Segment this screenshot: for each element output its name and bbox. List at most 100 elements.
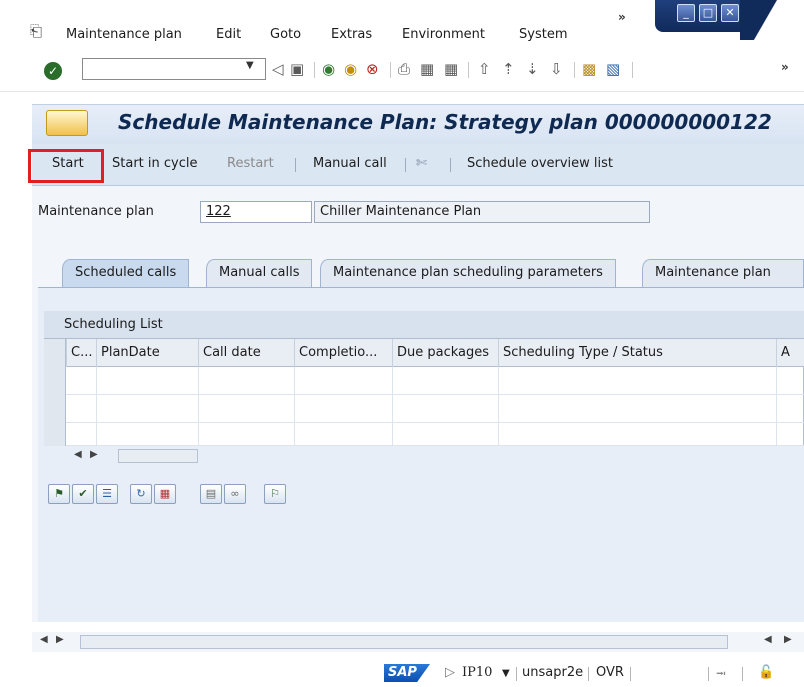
flag-icon[interactable]: ⚑ bbox=[48, 484, 70, 504]
toolbar-overflow-icon[interactable]: » bbox=[781, 60, 789, 74]
enter-icon[interactable]: ✓ bbox=[44, 62, 62, 80]
table-title: Scheduling List bbox=[44, 311, 804, 339]
maintenance-plan-description: Chiller Maintenance Plan bbox=[314, 201, 650, 223]
command-field[interactable] bbox=[82, 58, 266, 80]
first-page-icon[interactable]: ⇧ bbox=[478, 60, 491, 78]
table-header: C... PlanDate Call date Completio... Due… bbox=[44, 339, 804, 367]
maximize-icon[interactable]: □ bbox=[699, 4, 717, 22]
maintenance-plan-field[interactable]: 122 bbox=[200, 201, 312, 223]
toolbar-separator bbox=[450, 158, 451, 172]
tab-scheduled-calls[interactable]: Scheduled calls bbox=[62, 259, 190, 287]
tab-scheduling-parameters[interactable]: Maintenance plan scheduling parameters bbox=[320, 259, 616, 287]
table-row bbox=[44, 367, 804, 395]
column-header[interactable]: Scheduling Type / Status bbox=[498, 339, 776, 367]
menu-goto[interactable]: Goto bbox=[270, 27, 301, 42]
start-button-highlight bbox=[28, 149, 104, 183]
table-horizontal-scrollbar[interactable]: ◀ ▶ bbox=[66, 446, 200, 466]
last-page-icon[interactable]: ⇩ bbox=[550, 60, 563, 78]
table-row bbox=[44, 423, 804, 446]
menu-environment[interactable]: Environment bbox=[402, 27, 485, 42]
scroll-left-end-icon[interactable]: ◀ bbox=[764, 634, 772, 645]
host-name: unsapr2e bbox=[522, 665, 584, 680]
system-dropdown-icon[interactable]: ▼ bbox=[502, 668, 510, 679]
release-flag-icon[interactable]: ⚐ bbox=[264, 484, 286, 504]
status-separator bbox=[708, 667, 709, 681]
menu-maintenance-plan[interactable]: Maintenance plan bbox=[66, 27, 182, 42]
save-icon[interactable]: ▣ bbox=[290, 60, 304, 78]
calculator-icon[interactable]: ▤ bbox=[200, 484, 222, 504]
scroll-left-icon[interactable]: ◀ bbox=[40, 634, 48, 645]
connector-icon[interactable]: ∞ bbox=[224, 484, 246, 504]
insert-mode[interactable]: OVR bbox=[596, 665, 624, 680]
shortcut-icon[interactable]: ▧ bbox=[606, 60, 620, 78]
row-selector[interactable] bbox=[44, 395, 66, 423]
toolbar-separator bbox=[574, 62, 575, 78]
refresh-icon[interactable]: ↻ bbox=[130, 484, 152, 504]
find-next-icon[interactable]: ▦ bbox=[444, 60, 458, 78]
status-separator bbox=[516, 667, 517, 681]
system-id: IP10 bbox=[462, 665, 493, 680]
column-header[interactable]: Due packages bbox=[392, 339, 498, 367]
scroll-right-icon[interactable]: ▶ bbox=[56, 634, 64, 645]
scrollbar-thumb[interactable] bbox=[118, 449, 198, 463]
toolbar-separator bbox=[314, 62, 315, 78]
table-row bbox=[44, 395, 804, 423]
row-selector[interactable] bbox=[44, 423, 66, 446]
exit-icon[interactable]: ◉ bbox=[344, 60, 357, 78]
scroll-left-icon[interactable]: ◀ bbox=[74, 449, 82, 460]
system-toolbar: ✓ ▼ ◁ ▣ ◉ ◉ ⊗ ⎙ ▦ ▦ ⇧ ⇡ ⇣ ⇩ ▩ ▧ » bbox=[0, 52, 804, 92]
print-icon[interactable]: ⎙ bbox=[398, 60, 410, 78]
layout-icon[interactable]: ⭲ bbox=[716, 665, 726, 687]
find-icon[interactable]: ▦ bbox=[420, 60, 434, 78]
scheduling-icon[interactable]: ✄ bbox=[416, 156, 427, 171]
menu-edit[interactable]: Edit bbox=[216, 27, 241, 42]
details-icon[interactable]: ☰ bbox=[96, 484, 118, 504]
row-selector[interactable] bbox=[44, 367, 66, 395]
column-header[interactable]: PlanDate bbox=[96, 339, 198, 367]
toolbar-separator bbox=[390, 62, 391, 78]
new-session-icon[interactable]: ▩ bbox=[582, 60, 596, 78]
screen-menu-button[interactable] bbox=[46, 110, 88, 136]
menu-extras[interactable]: Extras bbox=[331, 27, 372, 42]
schedule-overview-list-button[interactable]: Schedule overview list bbox=[467, 156, 613, 171]
close-icon[interactable]: ✕ bbox=[721, 4, 739, 22]
menu-system[interactable]: System bbox=[519, 27, 567, 42]
column-header[interactable]: Completio... bbox=[294, 339, 392, 367]
cancel-icon[interactable]: ⊗ bbox=[366, 60, 379, 78]
next-page-icon[interactable]: ⇣ bbox=[526, 60, 539, 78]
toolbar-separator bbox=[632, 62, 633, 78]
scrollbar-thumb[interactable] bbox=[80, 635, 728, 649]
screen-horizontal-scrollbar[interactable]: ◀ ▶ ◀ ▶ bbox=[32, 632, 804, 652]
start-in-cycle-button[interactable]: Start in cycle bbox=[112, 156, 197, 171]
lock-icon[interactable]: 🔓 bbox=[758, 665, 774, 680]
scroll-right-end-icon[interactable]: ▶ bbox=[784, 634, 792, 645]
restart-button: Restart bbox=[227, 156, 274, 171]
toolbar-separator bbox=[468, 62, 469, 78]
calendar-icon[interactable]: ▦ bbox=[154, 484, 176, 504]
column-header[interactable]: A bbox=[776, 339, 804, 367]
command-dropdown-icon[interactable]: ▼ bbox=[246, 60, 254, 71]
maintenance-plan-label: Maintenance plan bbox=[38, 204, 154, 219]
column-header[interactable]: Call date bbox=[198, 339, 294, 367]
column-header[interactable]: C... bbox=[66, 339, 96, 367]
scroll-right-icon[interactable]: ▶ bbox=[90, 449, 98, 460]
minimize-icon[interactable]: _ bbox=[677, 4, 695, 22]
back-arrow-icon[interactable]: ◁ bbox=[272, 60, 284, 78]
back-icon[interactable]: ◉ bbox=[322, 60, 335, 78]
page-title: Schedule Maintenance Plan: Strategy plan… bbox=[118, 110, 772, 134]
toolbar-separator bbox=[405, 158, 406, 172]
status-separator bbox=[742, 667, 743, 681]
status-separator bbox=[630, 667, 631, 681]
status-separator bbox=[588, 667, 589, 681]
tab-maintenance-plan[interactable]: Maintenance plan bbox=[642, 259, 804, 287]
tab-manual-calls[interactable]: Manual calls bbox=[206, 259, 313, 287]
confirm-icon[interactable]: ✔ bbox=[72, 484, 94, 504]
manual-call-button[interactable]: Manual call bbox=[313, 156, 387, 171]
window-frame-decoration bbox=[740, 0, 804, 40]
menu-exit-icon[interactable]: ⎗ bbox=[30, 22, 42, 40]
maintenance-plan-value: 122 bbox=[206, 204, 231, 219]
menu-overflow-icon[interactable]: » bbox=[618, 10, 626, 24]
previous-page-icon[interactable]: ⇡ bbox=[502, 60, 515, 78]
expand-status-icon[interactable]: ▷ bbox=[445, 665, 455, 680]
select-all-cell[interactable] bbox=[44, 339, 66, 367]
